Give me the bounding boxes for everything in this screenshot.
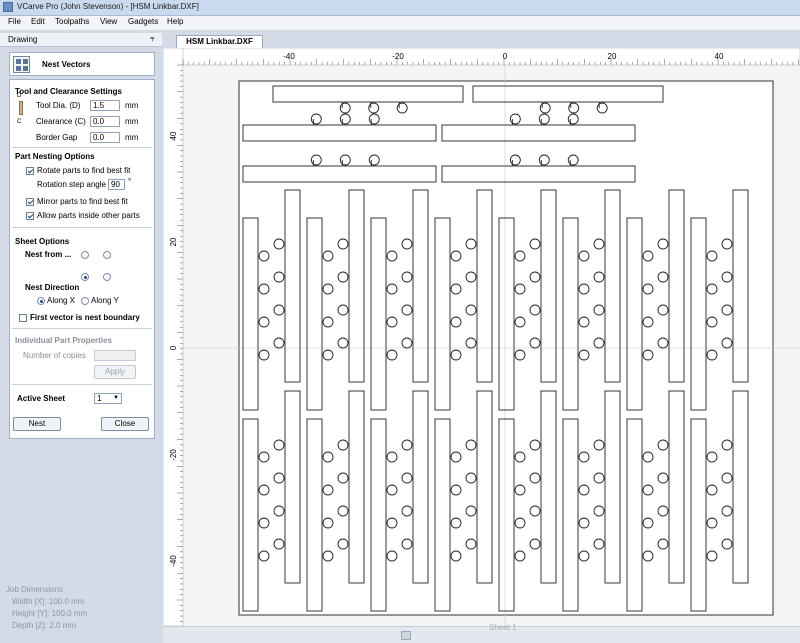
- tool-diagram-icon: D C: [12, 93, 32, 127]
- nest-from-bottom-left-radio[interactable]: [81, 273, 89, 281]
- left-ruler-label: -40: [169, 555, 178, 567]
- nest-vectors-title: Nest Vectors: [42, 60, 91, 69]
- menu-file[interactable]: File: [8, 17, 21, 26]
- first-vector-checkbox[interactable]: [19, 314, 27, 322]
- panel-header-label: Drawing: [8, 35, 38, 44]
- panel-header: Drawing ⫧: [0, 33, 162, 47]
- menu-edit[interactable]: Edit: [31, 17, 45, 26]
- first-vector-label: First vector is nest boundary: [30, 313, 140, 322]
- job-dimensions-title: Job Dimensions: [6, 585, 63, 594]
- clearance-input[interactable]: 0.0: [90, 116, 120, 127]
- rotate-checkbox[interactable]: [26, 167, 34, 175]
- top-ruler-label: 20: [608, 52, 617, 61]
- sheet-label: Sheet 1: [489, 623, 517, 632]
- nest-vectors-icon: [13, 56, 30, 73]
- active-sheet-label: Active Sheet: [17, 394, 66, 403]
- left-ruler-label: 40: [169, 131, 178, 140]
- menu-gadgets[interactable]: Gadgets: [128, 17, 158, 26]
- drawing-panel: Drawing ⫧ Nest Vectors Tool and Clearanc…: [0, 30, 162, 642]
- along-y-label: Along Y: [91, 296, 119, 305]
- mirror-label: Mirror parts to find best fit: [37, 197, 128, 206]
- window-title: VCarve Pro (John Stevenson) - [HSM Linkb…: [17, 2, 199, 11]
- menu-view[interactable]: View: [100, 17, 117, 26]
- nest-vectors-header: Nest Vectors: [9, 52, 155, 76]
- menu-toolpaths[interactable]: Toolpaths: [55, 17, 89, 26]
- menu-bar: File Edit Toolpaths View Gadgets Help: [0, 16, 800, 30]
- along-x-label: Along X: [47, 296, 76, 305]
- nest-direction-label: Nest Direction: [25, 283, 80, 292]
- title-bar: VCarve Pro (John Stevenson) - [HSM Linkb…: [0, 0, 800, 16]
- individual-props-title: Individual Part Properties: [15, 336, 112, 345]
- document-tabs: HSM Linkbar.DXF: [163, 30, 800, 49]
- clearance-unit: mm: [125, 117, 139, 126]
- job-dimensions: Job Dimensions Width [X]: 100.0 mm Heigh…: [6, 584, 87, 632]
- border-gap-label: Border Gap: [36, 133, 78, 142]
- tool-diameter-input[interactable]: 1.5: [90, 100, 120, 111]
- status-strip: Sheet 1: [163, 623, 800, 643]
- tab-hsm-linkbar[interactable]: HSM Linkbar.DXF: [176, 35, 263, 48]
- allow-inside-checkbox[interactable]: [26, 212, 34, 220]
- top-ruler-label: 40: [715, 52, 724, 61]
- app-icon: [3, 2, 13, 12]
- active-sheet-value: 1: [97, 394, 102, 403]
- part-nesting-title: Part Nesting Options: [15, 152, 95, 161]
- left-ruler-label: 0: [169, 345, 178, 350]
- clearance-label: Clearance (C): [36, 117, 86, 126]
- left-ruler-label: 20: [169, 237, 178, 246]
- along-y-radio[interactable]: [81, 297, 89, 305]
- border-gap-unit: mm: [125, 133, 139, 142]
- nest-form: Tool and Clearance Settings D C Tool Dia…: [9, 79, 155, 439]
- close-button[interactable]: Close: [101, 417, 149, 431]
- rotation-step-input[interactable]: 90: [108, 179, 125, 190]
- pin-icon[interactable]: ⫧: [150, 34, 155, 44]
- nest-from-top-left-radio[interactable]: [81, 251, 89, 259]
- sheet-options-title: Sheet Options: [15, 237, 70, 246]
- drawing-canvas[interactable]: -40 -20 0 20 40 40 20 0 -20 -40: [162, 47, 800, 627]
- nest-from-top-right-radio[interactable]: [103, 251, 111, 259]
- tool-diameter-label: Tool Dia. (D): [36, 101, 81, 110]
- border-gap-input[interactable]: 0.0: [90, 132, 120, 143]
- horizontal-scroll-thumb[interactable]: [401, 631, 411, 640]
- copies-label: Number of copies: [23, 351, 86, 360]
- along-x-radio[interactable]: [37, 297, 45, 305]
- nest-from-label: Nest from ...: [25, 250, 72, 259]
- nest-button[interactable]: Nest: [13, 417, 61, 431]
- allow-inside-label: Allow parts inside other parts: [37, 211, 140, 220]
- top-ruler-label: -20: [392, 52, 404, 61]
- chevron-down-icon: ▼: [113, 395, 119, 401]
- left-ruler-label: -20: [169, 449, 178, 461]
- rotation-step-label: Rotation step angle: [37, 180, 106, 189]
- apply-button[interactable]: Apply: [94, 365, 136, 379]
- job-depth: Depth [Z]: 2.0 mm: [12, 621, 77, 630]
- menu-help[interactable]: Help: [167, 17, 183, 26]
- degree-symbol: °: [128, 177, 132, 186]
- drawing-view[interactable]: -40 -20 0 20 40 40 20 0 -20 -40: [162, 47, 800, 642]
- active-sheet-select[interactable]: 1 ▼: [94, 393, 122, 404]
- top-ruler-label: 0: [503, 52, 508, 61]
- job-width: Width [X]: 100.0 mm: [12, 597, 85, 606]
- rotate-label: Rotate parts to find best fit: [37, 166, 131, 175]
- tool-letter-c: C: [17, 119, 22, 125]
- tool-diameter-unit: mm: [125, 101, 139, 110]
- mirror-checkbox[interactable]: [26, 198, 34, 206]
- top-ruler-label: -40: [283, 52, 295, 61]
- nest-from-bottom-right-radio[interactable]: [103, 273, 111, 281]
- copies-input[interactable]: [94, 350, 136, 361]
- tool-letter-d: D: [17, 93, 22, 99]
- job-height: Height [Y]: 100.0 mm: [12, 609, 88, 618]
